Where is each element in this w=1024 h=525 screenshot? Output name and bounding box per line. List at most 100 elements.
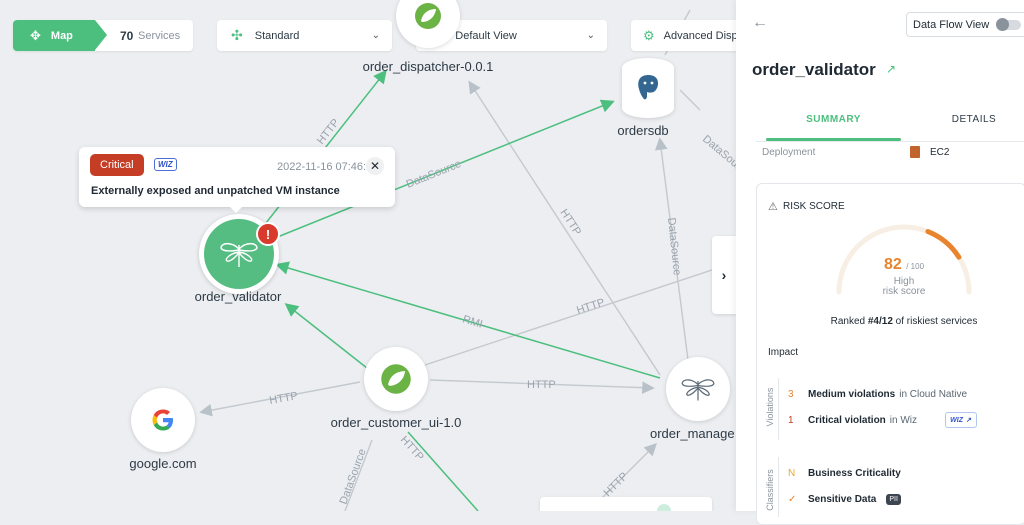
classifier-row-criticality[interactable]: N Business Criticality	[788, 468, 901, 479]
edge-label: HTTP	[527, 379, 556, 391]
ranked-value: #4/12	[867, 316, 893, 327]
services-label: Services	[138, 29, 181, 42]
violation-count: 3	[788, 389, 794, 400]
aws-ec2-icon	[910, 146, 920, 158]
data-flow-label: Data Flow View	[913, 18, 990, 31]
node-label-dispatcher: order_dispatcher-0.0.1	[362, 59, 494, 74]
services-count: 70	[120, 28, 134, 43]
dragonfly-icon	[681, 379, 715, 401]
edge-label: HTTP	[575, 297, 606, 317]
chevron-right-icon: ›	[721, 267, 727, 283]
violation-label: Medium violations	[808, 389, 896, 400]
classifier-mark: N	[788, 468, 796, 479]
edge-label: HTTP	[602, 470, 631, 499]
alert-message: Externally exposed and unpatched VM inst…	[91, 185, 340, 197]
classifier-row-sensitive[interactable]: ✓ Sensitive Data PII	[788, 494, 901, 505]
risk-score-title: RISK SCORE	[783, 201, 845, 212]
gear-icon: ⚙	[643, 27, 655, 43]
tab-divider	[756, 141, 1024, 142]
service-node-customer-ui[interactable]	[364, 347, 428, 411]
violation-row-medium[interactable]: 3 Medium violations in Cloud Native	[788, 389, 967, 400]
external-link-icon: ↗	[965, 417, 972, 424]
toggle-knob	[996, 17, 1010, 31]
layout-icon: ✣	[231, 27, 243, 43]
external-link-icon[interactable]: ↗	[886, 62, 896, 76]
map-button-arrow	[95, 20, 107, 50]
violations-group: Violations	[762, 378, 779, 440]
toggle-switch[interactable]	[996, 17, 1022, 31]
back-arrow-icon[interactable]: ←	[752, 14, 768, 32]
tab-summary[interactable]: SUMMARY	[766, 114, 901, 125]
toggle-icon	[657, 504, 671, 511]
advanced-display-button[interactable]: ⚙ Advanced Disp	[631, 20, 736, 51]
deployment-label: Deployment	[762, 147, 816, 158]
postgres-icon	[638, 75, 659, 100]
node-label-manager: order_manage	[650, 426, 735, 441]
violation-context: in Wiz	[889, 415, 918, 426]
score-max: / 100	[906, 262, 925, 271]
advanced-label: Advanced Disp	[663, 29, 736, 42]
data-flow-toggle[interactable]: Data Flow View	[906, 12, 1024, 37]
node-label-validator: order_validator	[194, 289, 282, 304]
critical-badge: Critical	[90, 154, 144, 176]
map-button[interactable]: ✥ Map	[13, 20, 95, 51]
ranked-prefix: Ranked	[830, 316, 868, 327]
service-map-canvas[interactable]: HTTP DataSource DataSource HTTP DataSour…	[0, 0, 736, 511]
pii-badge: PII	[886, 494, 901, 505]
impact-label: Impact	[768, 347, 799, 358]
map-label: Map	[50, 29, 73, 42]
alert-icon[interactable]: !	[256, 222, 280, 246]
database-node-ordersdb[interactable]	[622, 58, 674, 118]
chevron-down-icon: ⌄	[586, 30, 595, 41]
expand-panel-button[interactable]: ›	[712, 236, 736, 314]
edge-label: HTTP	[398, 434, 426, 463]
panel-title: order_validator	[752, 60, 876, 79]
tab-summary-label: SUMMARY	[806, 114, 861, 125]
spring-icon	[381, 364, 411, 394]
classifiers-group: Classifiers	[762, 457, 779, 517]
wiz-link-badge[interactable]: WIZ ↗	[945, 412, 977, 428]
edge-label: RMI	[461, 313, 484, 330]
edge	[679, 89, 701, 111]
ranked-text: Ranked #4/12 of riskiest services	[756, 316, 1024, 327]
map-icon: ✥	[30, 27, 41, 43]
close-icon[interactable]: ✕	[366, 157, 384, 175]
classifier-label: Sensitive Data	[808, 494, 877, 505]
edge-label: DataSource	[405, 158, 463, 191]
chevron-down-icon: ⌄	[371, 30, 380, 41]
check-icon: ✓	[788, 494, 797, 505]
standard-dropdown[interactable]: ✣ Standard ⌄	[217, 20, 392, 51]
score-caption: risk score	[882, 286, 926, 297]
deployment-value: EC2	[930, 147, 950, 158]
score-value: 82	[883, 256, 902, 273]
wiz-badge: WIZ	[154, 158, 177, 171]
tooltip-pointer	[229, 206, 243, 213]
score-text: 82 / 100	[829, 256, 979, 274]
edge-label: DataSource	[338, 447, 369, 506]
alert-timestamp: 2022-11-16 07:46:11	[277, 161, 378, 173]
edge-label: DataSource	[665, 217, 683, 276]
spring-icon	[415, 3, 441, 29]
alert-tooltip: Critical WIZ 2022-11-16 07:46:11 ✕ Exter…	[79, 147, 395, 213]
edge	[284, 303, 373, 373]
violation-count: 1	[788, 415, 794, 426]
tab-details[interactable]: DETAILS	[924, 114, 1024, 125]
tab-details-label: DETAILS	[951, 114, 997, 125]
gauge-fill	[925, 229, 962, 260]
violation-context: in Cloud Native	[899, 389, 968, 400]
violation-label: Critical violation	[808, 415, 886, 426]
violation-row-critical[interactable]: 1 Critical violation in Wiz	[788, 415, 917, 426]
google-icon	[152, 409, 173, 431]
service-node-manager[interactable]	[666, 357, 730, 421]
default-view-label: Default View	[455, 29, 517, 42]
node-label-customer-ui: order_customer_ui-1.0	[330, 415, 462, 430]
wiz-badge: WIZ	[950, 416, 963, 424]
bottom-partial-card	[540, 497, 712, 511]
edge-label: HTTP	[268, 390, 298, 407]
dragonfly-icon	[220, 242, 258, 267]
node-label-ordersdb: ordersdb	[617, 123, 669, 138]
service-node-google[interactable]	[131, 388, 195, 452]
services-count-pill: ✥ Map 70 Services	[13, 20, 193, 51]
service-node-validator[interactable]: !	[199, 214, 280, 294]
ranked-suffix: of riskiest services	[892, 316, 978, 327]
